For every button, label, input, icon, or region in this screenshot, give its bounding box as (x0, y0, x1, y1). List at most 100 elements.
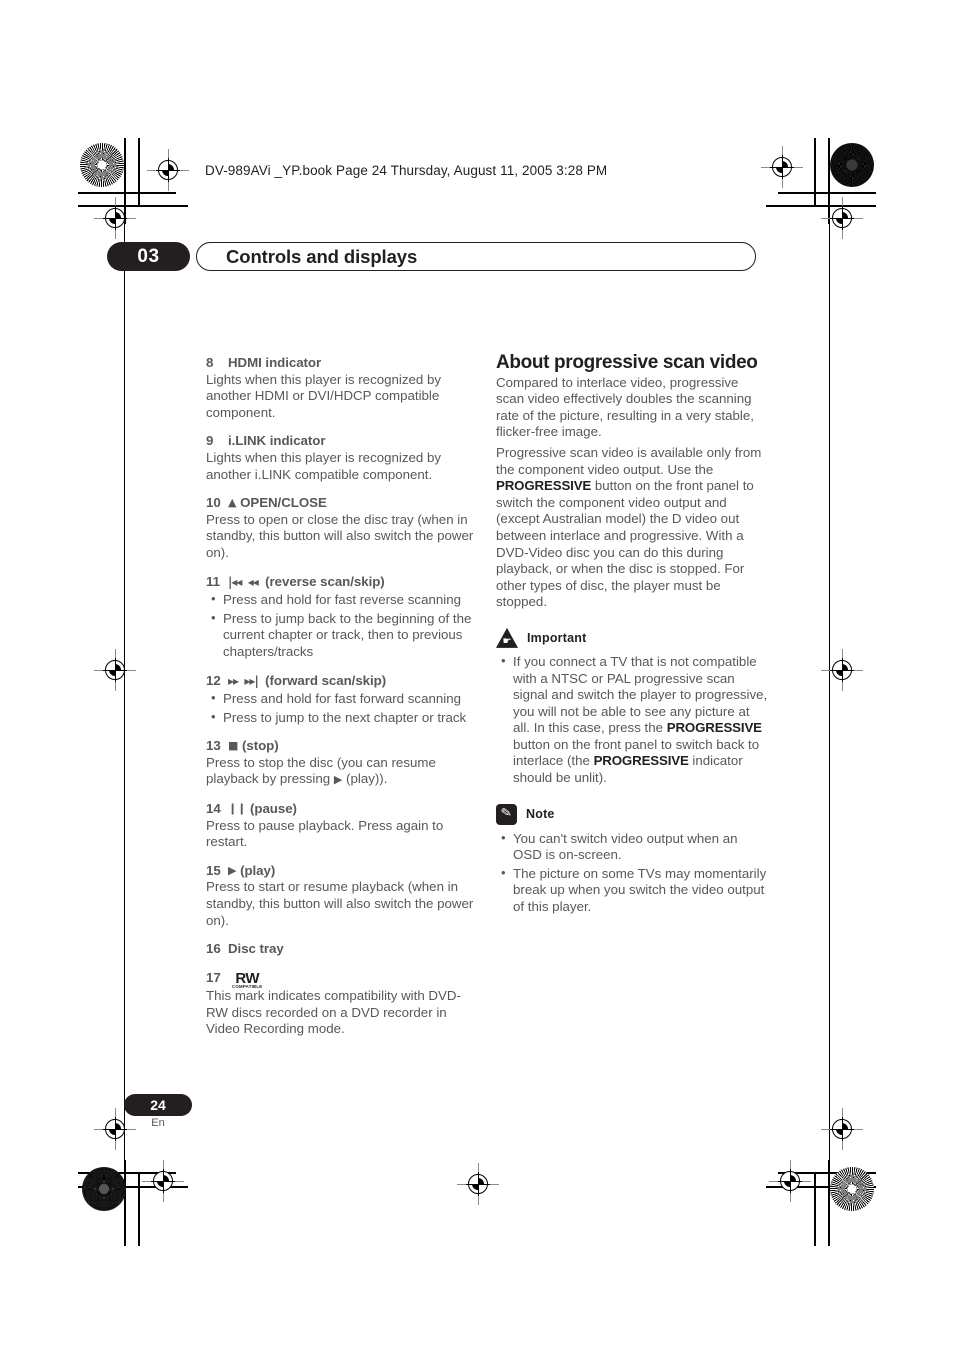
item-15-heading: 15 ▶ (play) (206, 863, 480, 880)
item-14-title: (pause) (250, 801, 297, 817)
registration-mark-bottom-center (457, 1163, 499, 1205)
item-9-heading: 9 i.LINK indicator (206, 433, 480, 450)
registration-mark-top-left (147, 149, 189, 191)
crop-mark-bottom-right-v2 (814, 1172, 816, 1246)
list-item: Press to jump to the next chapter or tra… (206, 709, 480, 727)
item-11-number: 11 (206, 573, 220, 589)
list-item: Press to jump back to the beginning of t… (206, 610, 480, 661)
note-bullets: You can't switch video output when an OS… (496, 830, 770, 916)
item-8-body: Lights when this player is recognized by… (206, 371, 442, 420)
section-heading: About progressive scan video (496, 352, 758, 373)
chapter-banner: 03 Controls and displays (107, 242, 756, 271)
crop-mark-top-left-v (124, 138, 126, 224)
intro-paragraph-2: Progressive scan video is available only… (496, 445, 770, 611)
item-15-title: (play) (240, 862, 276, 878)
page-language-label: En (151, 1117, 165, 1129)
para2-part-b: button on the front panel to switch the … (496, 478, 754, 610)
item-13-body: Press to stop the disc (you can resume p… (206, 755, 480, 789)
rw-compatible-logo: RW COMPATIBLE (232, 971, 262, 989)
crop-mark-bottom-right-h2 (766, 1186, 876, 1188)
crop-mark-bottom-left-h2 (78, 1186, 188, 1188)
item-12-heading: 12 ▸▸ ▸▸| (forward scan/skip) (206, 673, 480, 690)
crop-mark-top-right-v (828, 138, 830, 224)
item-13-title: (stop) (242, 738, 279, 754)
stop-icon: ■ (228, 739, 239, 753)
registration-mark-top-right-outer (821, 197, 863, 239)
crop-mark-bottom-right-h (778, 1172, 876, 1174)
density-patch-top-right (830, 143, 874, 187)
chapter-title: Controls and displays (196, 242, 756, 271)
crop-mark-top-left-h (78, 192, 176, 194)
item-8-heading: 8 HDMI indicator (206, 355, 480, 372)
forward-scan-skip-icon: ▸▸ ▸▸| (228, 673, 259, 688)
item-13-body-post: (play)). (342, 771, 388, 787)
item-11-bullets: Press and hold for fast reverse scanning… (206, 591, 480, 661)
progressive-keyword: PROGRESSIVE (666, 720, 762, 736)
registration-mark-top-left-outer (94, 197, 136, 239)
density-patch-bottom-left (82, 1167, 126, 1211)
important-callout-header: ☛ Important (496, 627, 770, 648)
pencil-icon: ✎ (496, 803, 517, 825)
note-callout-header: ✎ Note (496, 803, 770, 825)
item-10-body: Press to open or close the disc tray (wh… (206, 511, 474, 560)
item-8-title: HDMI indicator (228, 355, 322, 370)
list-item: The picture on some TVs may momentarily … (496, 865, 770, 916)
item-11-title: (reverse scan/skip) (265, 573, 385, 589)
registration-mark-mid-left (94, 649, 136, 691)
crop-mark-bottom-left-h (78, 1172, 176, 1174)
page-edge-rule-right (829, 224, 830, 1160)
item-17-body: This mark indicates compatibility with D… (206, 988, 461, 1037)
crop-mark-top-left-v2 (138, 138, 140, 207)
registration-mark-top-right (761, 146, 803, 188)
crop-mark-top-right-v2 (814, 138, 816, 207)
item-14-body: Press to pause playback. Press again to … (206, 817, 444, 850)
crop-mark-bottom-left-v2 (138, 1172, 140, 1246)
eject-icon: ▲ (228, 496, 237, 510)
crop-mark-bottom-left-v (124, 1160, 126, 1246)
item-13-body-pre: Press to stop the disc (you can resume p… (206, 754, 436, 787)
registration-mark-bottom-left (142, 1160, 184, 1202)
important-label: Important (527, 630, 587, 645)
item-11-heading: 11 |◂◂ ◂◂ (reverse scan/skip) (206, 574, 480, 591)
page-edge-rule-left (124, 224, 125, 1160)
item-10-title: OPEN/CLOSE (240, 495, 327, 511)
page-number-badge: 24 (124, 1094, 192, 1116)
important-bullets: If you connect a TV that is not compatib… (496, 653, 770, 787)
list-item: Press and hold for fast reverse scanning (206, 591, 480, 609)
note-callout: ✎ Note You can't switch video output whe… (496, 803, 770, 916)
para2-part-a: Progressive scan video is available only… (496, 444, 762, 477)
crop-mark-top-left-h2 (78, 205, 188, 207)
density-patch-bottom-right (830, 1167, 874, 1211)
item-14-number: 14 (206, 801, 221, 817)
item-13-heading: 13 ■ (stop) (206, 738, 480, 755)
item-9-number: 9 (206, 433, 214, 449)
item-9-title: i.LINK indicator (228, 433, 326, 449)
crop-mark-top-right-h2 (766, 205, 876, 207)
pause-icon: ❙❙ (228, 802, 247, 816)
list-item: You can't switch video output when an OS… (496, 830, 770, 864)
note-label: Note (526, 806, 555, 821)
progressive-keyword: PROGRESSIVE (496, 478, 592, 494)
density-patch-top-left (80, 143, 124, 187)
list-item: If you connect a TV that is not compatib… (496, 653, 770, 787)
item-15-number: 15 (206, 862, 221, 878)
play-icon: ▶ (228, 863, 237, 877)
registration-mark-bottom-right (769, 1160, 811, 1202)
item-15-body: Press to start or resume playback (when … (206, 879, 474, 928)
item-12-number: 12 (206, 672, 221, 688)
item-10-heading: 10 ▲ OPEN/CLOSE (206, 495, 480, 512)
item-12-title: (forward scan/skip) (265, 672, 387, 688)
item-14-heading: 14 ❙❙ (pause) (206, 801, 480, 818)
item-17-heading: 17 RW COMPATIBLE (206, 970, 480, 989)
crop-mark-bottom-right-v (828, 1160, 830, 1246)
reverse-scan-skip-icon: |◂◂ ◂◂ (228, 574, 259, 589)
book-file-header: DV-989AVi _YP.book Page 24 Thursday, Aug… (205, 163, 608, 178)
registration-mark-bottom-right-outer (821, 1108, 863, 1150)
important-callout: ☛ Important If you connect a TV that is … (496, 627, 770, 787)
item-13-number: 13 (206, 738, 221, 754)
right-column: About progressive scan video Compared to… (496, 352, 770, 916)
intro-paragraph-1: Compared to interlace video, progressive… (496, 374, 754, 440)
item-16-number: 16 (206, 941, 221, 957)
chapter-number: 03 (107, 242, 190, 271)
crop-mark-top-right-h (778, 192, 876, 194)
